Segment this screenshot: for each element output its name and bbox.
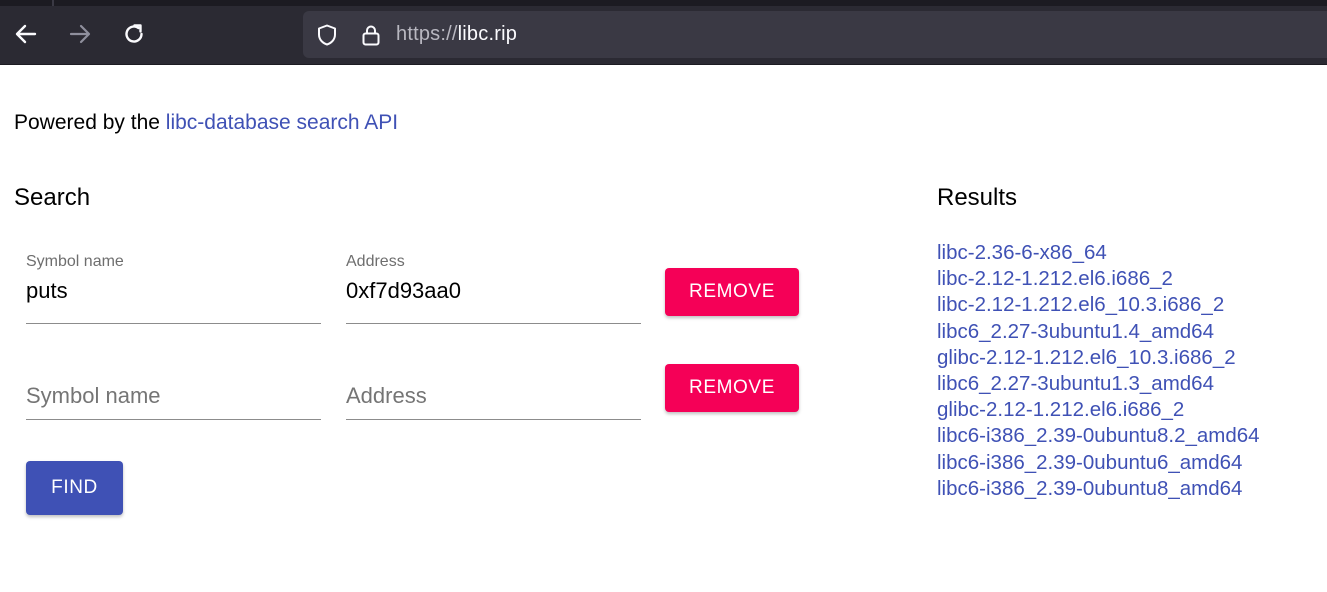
reload-icon [125,24,143,43]
result-item: libc6_2.27-3ubuntu1.3_amd64 [937,371,1260,397]
result-link[interactable]: glibc-2.12-1.212.el6_10.3.i686_2 [937,346,1236,369]
results-heading: Results [937,184,1018,211]
result-item: libc6-i386_2.39-0ubuntu8_amd64 [937,476,1260,502]
arrow-left-icon [15,24,37,44]
result-item: glibc-2.12-1.212.el6.i686_2 [937,397,1260,423]
reload-button[interactable] [114,14,154,54]
address-field[interactable]: Address [346,366,641,420]
back-button[interactable] [6,14,46,54]
address-bar[interactable]: https://libc.rip [303,11,1327,58]
symbol-name-value[interactable]: puts [26,278,68,304]
result-item: libc6-i386_2.39-0ubuntu8.2_amd64 [937,423,1260,449]
powered-by-text: Powered by the [14,111,160,134]
symbol-name-placeholder[interactable]: Symbol name [26,383,161,409]
remove-button[interactable]: REMOVE [665,268,799,316]
results-list: libc-2.36-6-x86_64 libc-2.12-1.212.el6.i… [937,240,1260,502]
result-item: libc-2.12-1.212.el6_10.3.i686_2 [937,292,1260,318]
search-heading: Search [14,184,91,211]
result-link[interactable]: glibc-2.12-1.212.el6.i686_2 [937,398,1184,421]
result-item: libc-2.36-6-x86_64 [937,240,1260,266]
tab-separator [52,0,54,6]
remove-button[interactable]: REMOVE [665,364,799,412]
lock-icon[interactable] [359,23,383,47]
result-link[interactable]: libc6-i386_2.39-0ubuntu6_amd64 [937,451,1242,474]
result-link[interactable]: libc-2.36-6-x86_64 [937,241,1107,264]
result-item: libc6_2.27-3ubuntu1.4_amd64 [937,319,1260,345]
url-scheme: https:// [396,23,458,45]
tab-strip [0,0,1327,6]
forward-button[interactable] [60,14,100,54]
symbol-name-field[interactable]: Symbol name puts [26,253,321,324]
browser-toolbar: https://libc.rip [0,0,1327,65]
result-link[interactable]: libc6_2.27-3ubuntu1.3_amd64 [937,372,1214,395]
address-field[interactable]: Address 0xf7d93aa0 [346,253,641,324]
symbol-name-label: Symbol name [26,253,124,270]
result-link[interactable]: libc6_2.27-3ubuntu1.4_amd64 [937,320,1214,343]
shield-icon[interactable] [315,23,339,47]
result-link[interactable]: libc6-i386_2.39-0ubuntu8_amd64 [937,477,1242,500]
address-placeholder[interactable]: Address [346,383,427,409]
url-text[interactable]: https://libc.rip [396,23,517,46]
url-host: libc.rip [457,23,518,45]
arrow-right-icon [69,24,91,44]
symbol-name-field[interactable]: Symbol name [26,366,321,420]
find-button[interactable]: FIND [26,461,123,515]
result-item: libc6-i386_2.39-0ubuntu6_amd64 [937,450,1260,476]
address-label: Address [346,253,405,270]
result-item: glibc-2.12-1.212.el6_10.3.i686_2 [937,345,1260,371]
powered-by-line: Powered by the libc-database search API [14,111,398,135]
api-link[interactable]: libc-database search API [166,111,398,134]
result-link[interactable]: libc-2.12-1.212.el6.i686_2 [937,267,1173,290]
address-value[interactable]: 0xf7d93aa0 [346,278,461,304]
result-link[interactable]: libc-2.12-1.212.el6_10.3.i686_2 [937,293,1224,316]
result-item: libc-2.12-1.212.el6.i686_2 [937,266,1260,292]
result-link[interactable]: libc6-i386_2.39-0ubuntu8.2_amd64 [937,424,1260,447]
